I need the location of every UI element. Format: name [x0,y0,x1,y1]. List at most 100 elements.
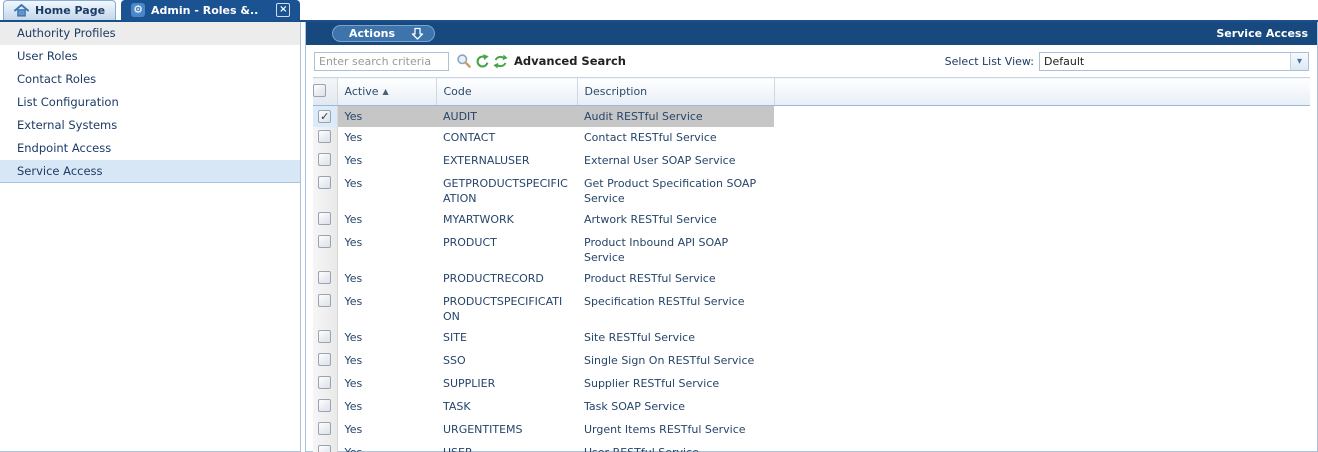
table-row[interactable]: Yes CONTACT Contact RESTful Service [313,127,1310,150]
row-checkbox-cell [313,291,337,327]
gear-icon: ⚙ [131,3,145,17]
cell-active: Yes [337,419,436,442]
panel-title: Service Access [1216,27,1311,40]
sidebar-item-service-access[interactable]: Service Access [0,160,300,183]
cell-active: Yes [337,209,436,232]
row-checkbox-cell [313,106,337,128]
cell-description: Contact RESTful Service [577,127,774,150]
row-checkbox[interactable] [318,422,331,435]
row-checkbox[interactable] [318,399,331,412]
row-checkbox[interactable] [318,212,331,225]
row-checkbox[interactable] [318,294,331,307]
sidebar-item-external-systems[interactable]: External Systems [0,114,300,137]
tab-home-page[interactable]: Home Page [3,0,116,20]
search-input[interactable] [314,52,449,71]
cell-code: MYARTWORK [436,209,577,232]
cell-filler [774,396,1310,419]
cell-code: CONTACT [436,127,577,150]
cell-active: Yes [337,291,436,327]
table-row[interactable]: Yes PRODUCT Product Inbound API SOAP Ser… [313,232,1310,268]
actions-dropdown-arrow-icon [411,27,424,41]
column-header-filler [774,78,1310,106]
row-checkbox-cell [313,209,337,232]
cell-active: Yes [337,442,436,452]
cell-code: USER [436,442,577,452]
row-checkbox[interactable] [318,353,331,366]
left-navigation: Authority Profiles User Roles Contact Ro… [0,22,301,452]
table-row[interactable]: Yes PRODUCTRECORD Product RESTful Servic… [313,268,1310,291]
cell-filler [774,150,1310,173]
sidebar-item-user-roles[interactable]: User Roles [0,45,300,68]
row-checkbox[interactable] [318,153,331,166]
cell-description: Urgent Items RESTful Service [577,419,774,442]
actions-button-label: Actions [349,27,395,40]
table-row[interactable]: Yes AUDIT Audit RESTful Service [313,106,1310,128]
table-row[interactable]: Yes PRODUCTSPECIFICATION Specification R… [313,291,1310,327]
cell-description: Artwork RESTful Service [577,209,774,232]
cell-active: Yes [337,232,436,268]
row-checkbox-cell [313,173,337,209]
row-checkbox[interactable] [318,235,331,248]
cell-filler [774,232,1310,268]
row-checkbox-cell [313,232,337,268]
cell-filler [774,291,1310,327]
cell-active: Yes [337,173,436,209]
cell-code: PRODUCTSPECIFICATION [436,291,577,327]
cell-description: Specification RESTful Service [577,291,774,327]
sidebar-item-list-configuration[interactable]: List Configuration [0,91,300,114]
row-checkbox-cell [313,373,337,396]
list-view-select[interactable]: Default ▾ [1039,52,1309,71]
advanced-search-link[interactable]: Advanced Search [514,54,626,68]
cell-description: Product Inbound API SOAP Service [577,232,774,268]
cell-code: EXTERNALUSER [436,150,577,173]
cell-filler [774,442,1310,452]
cell-description: Site RESTful Service [577,327,774,350]
cell-description: Audit RESTful Service [577,106,774,128]
cell-filler [774,268,1310,291]
table-row[interactable]: Yes USER User RESTful Service [313,442,1310,452]
cell-code: SITE [436,327,577,350]
column-header-code[interactable]: Code [436,78,577,106]
refresh-icon[interactable] [473,52,491,70]
row-checkbox[interactable] [318,271,331,284]
row-checkbox[interactable] [318,176,331,189]
cell-filler [774,127,1310,150]
tab-label: Admin - Roles &.. [151,4,258,17]
column-header-label: Code [444,85,472,98]
table-row[interactable]: Yes MYARTWORK Artwork RESTful Service [313,209,1310,232]
tab-admin-roles[interactable]: ⚙ Admin - Roles &.. × [121,0,300,20]
cell-description: User RESTful Service [577,442,774,452]
cell-filler [774,350,1310,373]
sidebar-item-authority-profiles[interactable]: Authority Profiles [0,22,300,45]
chevron-down-icon[interactable]: ▾ [1290,53,1308,70]
column-header-label: Active [345,85,379,98]
table-row[interactable]: Yes URGENTITEMS Urgent Items RESTful Ser… [313,419,1310,442]
row-checkbox-cell [313,127,337,150]
actions-button[interactable]: Actions [332,25,435,42]
select-all-checkbox[interactable] [313,84,326,97]
cell-active: Yes [337,396,436,419]
row-checkbox[interactable] [318,445,331,452]
column-header-active[interactable]: Active▲ [337,78,436,106]
row-checkbox[interactable] [318,330,331,343]
sidebar-item-contact-roles[interactable]: Contact Roles [0,68,300,91]
row-checkbox[interactable] [318,130,331,143]
actions-bar: Actions Service Access [306,22,1317,45]
sync-icon[interactable] [491,52,509,70]
table-row[interactable]: Yes SITE Site RESTful Service [313,327,1310,350]
cell-description: External User SOAP Service [577,150,774,173]
table-row[interactable]: Yes SUPPLIER Supplier RESTful Service [313,373,1310,396]
table-row[interactable]: Yes SSO Single Sign On RESTful Service [313,350,1310,373]
table-row[interactable]: Yes TASK Task SOAP Service [313,396,1310,419]
row-checkbox[interactable] [318,110,331,123]
column-header-description[interactable]: Description [577,78,774,106]
row-checkbox[interactable] [318,376,331,389]
table-row[interactable]: Yes GETPRODUCTSPECIFICATION Get Product … [313,173,1310,209]
row-checkbox-cell [313,442,337,452]
search-icon[interactable] [455,52,473,70]
table-row[interactable]: Yes EXTERNALUSER External User SOAP Serv… [313,150,1310,173]
sidebar-item-endpoint-access[interactable]: Endpoint Access [0,137,300,160]
close-icon[interactable]: × [276,3,290,17]
cell-code: URGENTITEMS [436,419,577,442]
cell-code: PRODUCTRECORD [436,268,577,291]
